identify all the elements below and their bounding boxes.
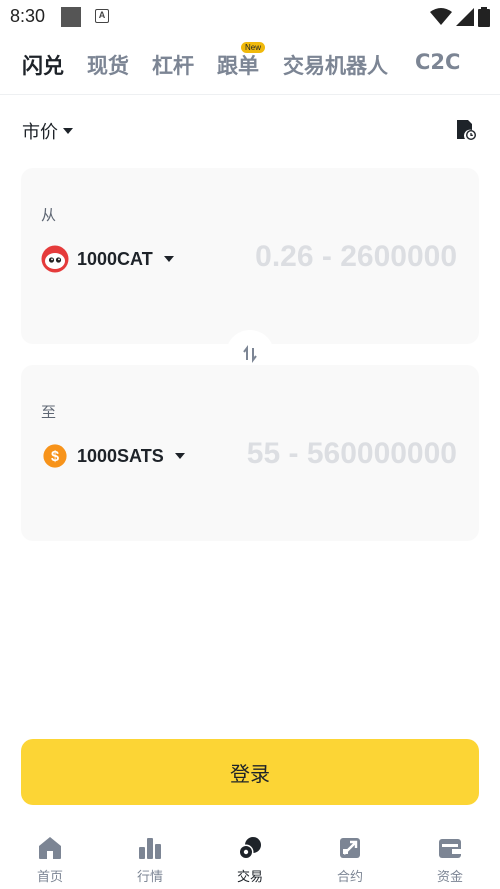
tab-c2c[interactable]: C2C [415, 50, 460, 74]
login-button[interactable]: 登录 [21, 739, 479, 805]
to-coin-name: 1000SATS [77, 445, 164, 466]
nav-item-markets[interactable]: 行情 [100, 835, 200, 885]
to-card: 至 $ 1000SATS [21, 365, 479, 541]
nav-item-trade[interactable]: 交易 [200, 835, 300, 885]
to-label: 至 [41, 403, 57, 421]
tab-margin[interactable]: 杠杆 [152, 50, 194, 80]
tab-spot[interactable]: 现货 [87, 50, 129, 80]
caret-down-icon [63, 128, 73, 134]
nav-label-markets: 行情 [136, 870, 163, 885]
price-type-select[interactable]: 市价 [22, 118, 73, 144]
nav-item-futures[interactable]: 合约 [300, 835, 400, 885]
signal-icon [456, 8, 474, 26]
from-coin-select[interactable]: 1000CAT [41, 245, 174, 273]
tab-flash-swap[interactable]: 闪兑 [22, 50, 64, 80]
sats-coin-icon: $ [43, 444, 67, 468]
nav-label-futures: 合约 [336, 870, 363, 885]
status-icons [430, 6, 490, 28]
futures-icon [340, 838, 360, 858]
from-label: 从 [41, 206, 57, 224]
caret-down-icon [174, 453, 185, 459]
swap-arrows-icon [243, 345, 257, 363]
home-icon [39, 837, 61, 859]
tab-copy-trading[interactable]: 跟单 [217, 50, 259, 80]
order-history-icon[interactable] [455, 119, 477, 141]
price-type-label: 市价 [22, 122, 58, 143]
new-badge: New [241, 42, 266, 53]
app-notification-icon: A [95, 9, 109, 23]
bottom-nav: 首页 行情 交易 合约 资金 [0, 825, 500, 889]
trade-icon [238, 837, 261, 860]
nav-label-home: 首页 [36, 870, 63, 885]
battery-icon [478, 7, 490, 27]
wifi-icon [430, 8, 452, 25]
wallet-icon [439, 839, 461, 858]
nav-item-wallet[interactable]: 资金 [400, 835, 500, 885]
svg-text:$: $ [51, 449, 59, 465]
from-coin-name: 1000CAT [77, 248, 153, 269]
divider [0, 94, 500, 95]
nav-item-home[interactable]: 首页 [0, 835, 100, 885]
from-card: 从 1000CAT [21, 168, 479, 344]
cat-coin-icon [41, 245, 69, 273]
to-amount-input[interactable] [217, 437, 457, 471]
status-bar: 8:30 A [0, 0, 500, 34]
nav-label-wallet: 资金 [436, 870, 463, 885]
caret-down-icon [163, 256, 174, 262]
markets-icon [139, 838, 161, 859]
status-time: 8:30 [10, 6, 46, 26]
from-amount-input[interactable] [217, 240, 457, 274]
nav-label-trade: 交易 [236, 870, 263, 885]
tab-trading-bot[interactable]: 交易机器人 [283, 50, 388, 80]
notification-square-icon [61, 7, 81, 27]
to-coin-select[interactable]: $ 1000SATS [41, 442, 185, 470]
